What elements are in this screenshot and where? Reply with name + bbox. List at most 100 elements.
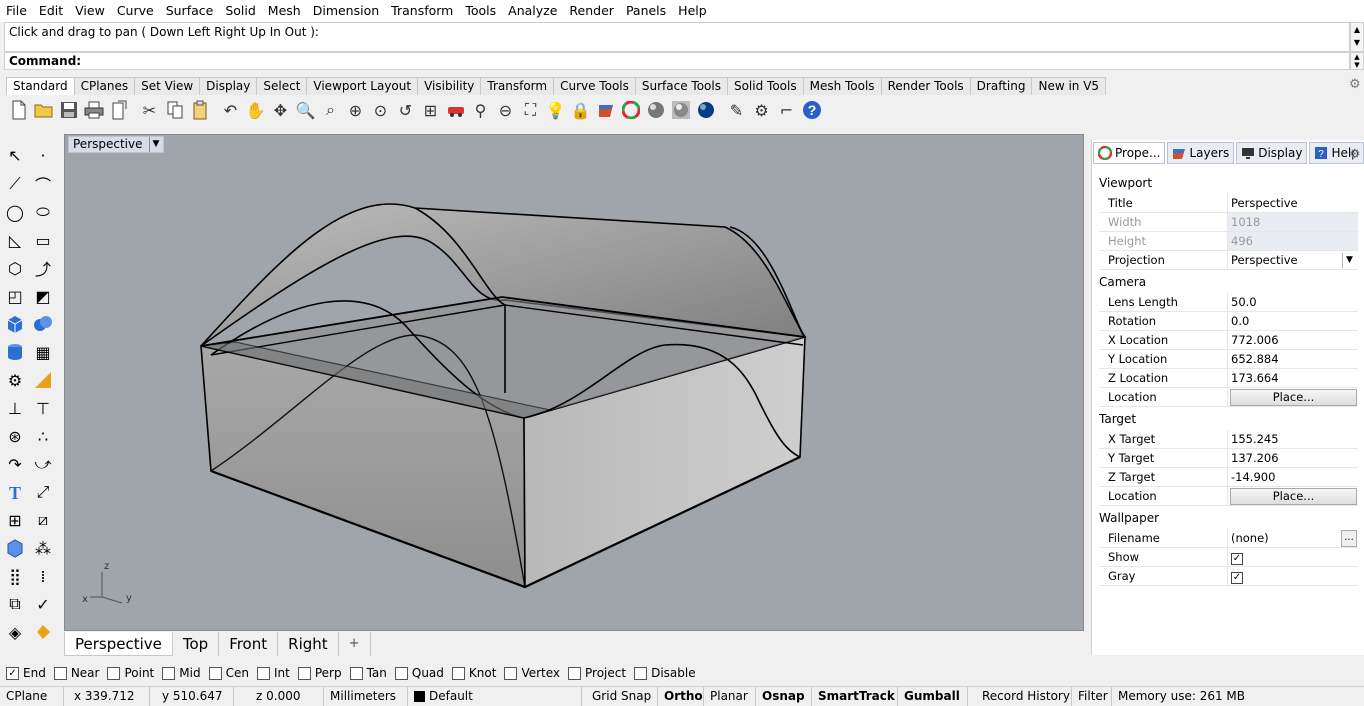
osnap-int-checkbox[interactable]: [256, 666, 270, 680]
gray-checkbox[interactable]: ✓: [1231, 572, 1243, 584]
open-folder-icon[interactable]: [31, 97, 56, 123]
projection-select[interactable]: Perspective ▼: [1228, 251, 1358, 269]
gumball-toggle[interactable]: Gumball: [898, 687, 968, 706]
group-icon[interactable]: ⊛: [2, 423, 28, 449]
lock-icon[interactable]: 🔒: [568, 97, 593, 123]
osnap-quad[interactable]: Quad: [394, 666, 444, 680]
options-gears-icon[interactable]: ⚙: [749, 97, 774, 123]
new-file-icon[interactable]: [6, 97, 31, 123]
ellipse-icon[interactable]: ⬭: [30, 199, 56, 225]
toolbar-gear-icon[interactable]: ⚙: [1349, 78, 1363, 92]
viewport-tab-front[interactable]: Front: [219, 632, 279, 656]
scale-icon[interactable]: ⤢: [30, 479, 56, 505]
point-grid-icon[interactable]: ⣿: [2, 563, 28, 589]
viewport-title[interactable]: Perspective ▼: [68, 136, 165, 153]
osnap-point-checkbox[interactable]: [107, 666, 121, 680]
cylinder-icon[interactable]: [2, 339, 28, 365]
circle-icon[interactable]: ◯: [2, 199, 28, 225]
tab-display[interactable]: Display: [1236, 142, 1308, 164]
filename-field[interactable]: (none)...: [1228, 529, 1358, 547]
grid-icon[interactable]: ⁂: [30, 535, 56, 561]
menu-solid[interactable]: Solid: [219, 0, 261, 22]
x-location-field[interactable]: 772.006: [1228, 331, 1358, 349]
curve-icon[interactable]: ⌒: [30, 171, 56, 197]
fillet-curve-icon[interactable]: ⤴: [30, 255, 56, 281]
zoom-window-icon[interactable]: ⌕: [318, 97, 343, 123]
status-units[interactable]: Millimeters: [324, 687, 408, 706]
ortho-toggle[interactable]: Ortho: [658, 687, 704, 706]
y-target-field[interactable]: 137.206: [1228, 449, 1358, 467]
polygon-icon[interactable]: ⬡: [2, 255, 28, 281]
analyze-icon[interactable]: ⧉: [2, 591, 28, 617]
tab-select[interactable]: Select: [256, 77, 308, 95]
osnap-knot-checkbox[interactable]: [451, 666, 465, 680]
osnap-end-checkbox[interactable]: ✓: [6, 666, 19, 680]
print-icon[interactable]: [81, 97, 106, 123]
tab-solid-tools[interactable]: Solid Tools: [726, 77, 804, 95]
snapshots-icon[interactable]: ⛶: [518, 97, 543, 123]
grid-snap-toggle[interactable]: Grid Snap: [582, 687, 658, 706]
target-place-button[interactable]: Place...: [1230, 488, 1357, 505]
named-cplane-icon[interactable]: ⚲: [468, 97, 493, 123]
cplane-icon[interactable]: ⊖: [493, 97, 518, 123]
osnap-disable-checkbox[interactable]: [634, 666, 648, 680]
menu-edit[interactable]: Edit: [33, 0, 69, 22]
tab-standard[interactable]: Standard: [6, 77, 75, 95]
four-viewports-icon[interactable]: ⊞: [418, 97, 443, 123]
extrude-surface-icon[interactable]: ◩: [30, 283, 56, 309]
tab-visibility[interactable]: Visibility: [417, 77, 482, 95]
mesh-plane-icon[interactable]: ▦: [30, 339, 56, 365]
add-viewport-tab-button[interactable]: +: [338, 632, 371, 656]
menu-mesh[interactable]: Mesh: [262, 0, 307, 22]
solid-edit-icon[interactable]: [2, 535, 28, 561]
status-layer[interactable]: Default: [408, 687, 582, 706]
rectangle-icon[interactable]: ▭: [30, 227, 56, 253]
paint-bucket-icon[interactable]: [30, 619, 56, 645]
tab-viewport-layout[interactable]: Viewport Layout: [306, 77, 419, 95]
menu-tools[interactable]: Tools: [459, 0, 502, 22]
command-line-scrollbar[interactable]: ▲ ▼: [1350, 52, 1364, 70]
check-icon[interactable]: ✓: [30, 591, 56, 617]
render-preview-icon[interactable]: [668, 97, 693, 123]
help-icon[interactable]: ?: [799, 97, 824, 123]
command-prompt[interactable]: Command:: [4, 52, 1350, 70]
osnap-project[interactable]: Project: [568, 666, 626, 680]
select-arrow-icon[interactable]: ↖: [2, 142, 28, 168]
rotate-view-icon[interactable]: ✥: [268, 97, 293, 123]
menu-surface[interactable]: Surface: [160, 0, 220, 22]
dimension-icon[interactable]: ⌐: [774, 97, 799, 123]
undo-view-icon[interactable]: ↺: [393, 97, 418, 123]
osnap-cen[interactable]: Cen: [208, 666, 249, 680]
osnap-vertex-checkbox[interactable]: [504, 666, 518, 680]
tab-mesh-tools[interactable]: Mesh Tools: [802, 77, 882, 95]
move-icon[interactable]: ↷: [2, 451, 28, 477]
tab-transform[interactable]: Transform: [480, 77, 555, 95]
render-sphere-icon[interactable]: [693, 97, 718, 123]
viewport-tab-right[interactable]: Right: [278, 632, 339, 656]
status-cplane[interactable]: CPlane: [0, 687, 64, 706]
osnap-quad-checkbox[interactable]: [394, 666, 408, 680]
tab-drafting[interactable]: Drafting: [969, 77, 1033, 95]
array-icon[interactable]: ⊞: [2, 507, 28, 533]
transform-gears-icon[interactable]: ⚙: [2, 367, 28, 393]
osnap-tan-checkbox[interactable]: [349, 666, 363, 680]
zoom-extents-icon[interactable]: ⊕: [343, 97, 368, 123]
menu-help[interactable]: Help: [672, 0, 713, 22]
distance-icon[interactable]: ⁞: [30, 563, 56, 589]
menu-view[interactable]: View: [69, 0, 111, 22]
light-bulb-icon[interactable]: 💡: [543, 97, 568, 123]
tab-layers[interactable]: Layers: [1167, 142, 1235, 164]
osnap-end[interactable]: ✓ End: [6, 666, 46, 680]
tab-surface-tools[interactable]: Surface Tools: [634, 77, 728, 95]
menu-dimension[interactable]: Dimension: [307, 0, 385, 22]
command-history-scrollbar[interactable]: ▲ ▼: [1350, 22, 1364, 52]
paste-icon[interactable]: [187, 97, 212, 123]
text-icon[interactable]: T: [2, 479, 28, 505]
osnap-int[interactable]: Int: [256, 666, 290, 680]
osnap-project-checkbox[interactable]: [568, 666, 582, 680]
viewport-tab-top[interactable]: Top: [172, 632, 220, 656]
rotate-icon[interactable]: ⤻: [30, 451, 56, 477]
perspective-viewport[interactable]: z x y: [64, 134, 1084, 631]
surface-corner-icon[interactable]: ◰: [2, 283, 28, 309]
osnap-vertex[interactable]: Vertex: [504, 666, 560, 680]
